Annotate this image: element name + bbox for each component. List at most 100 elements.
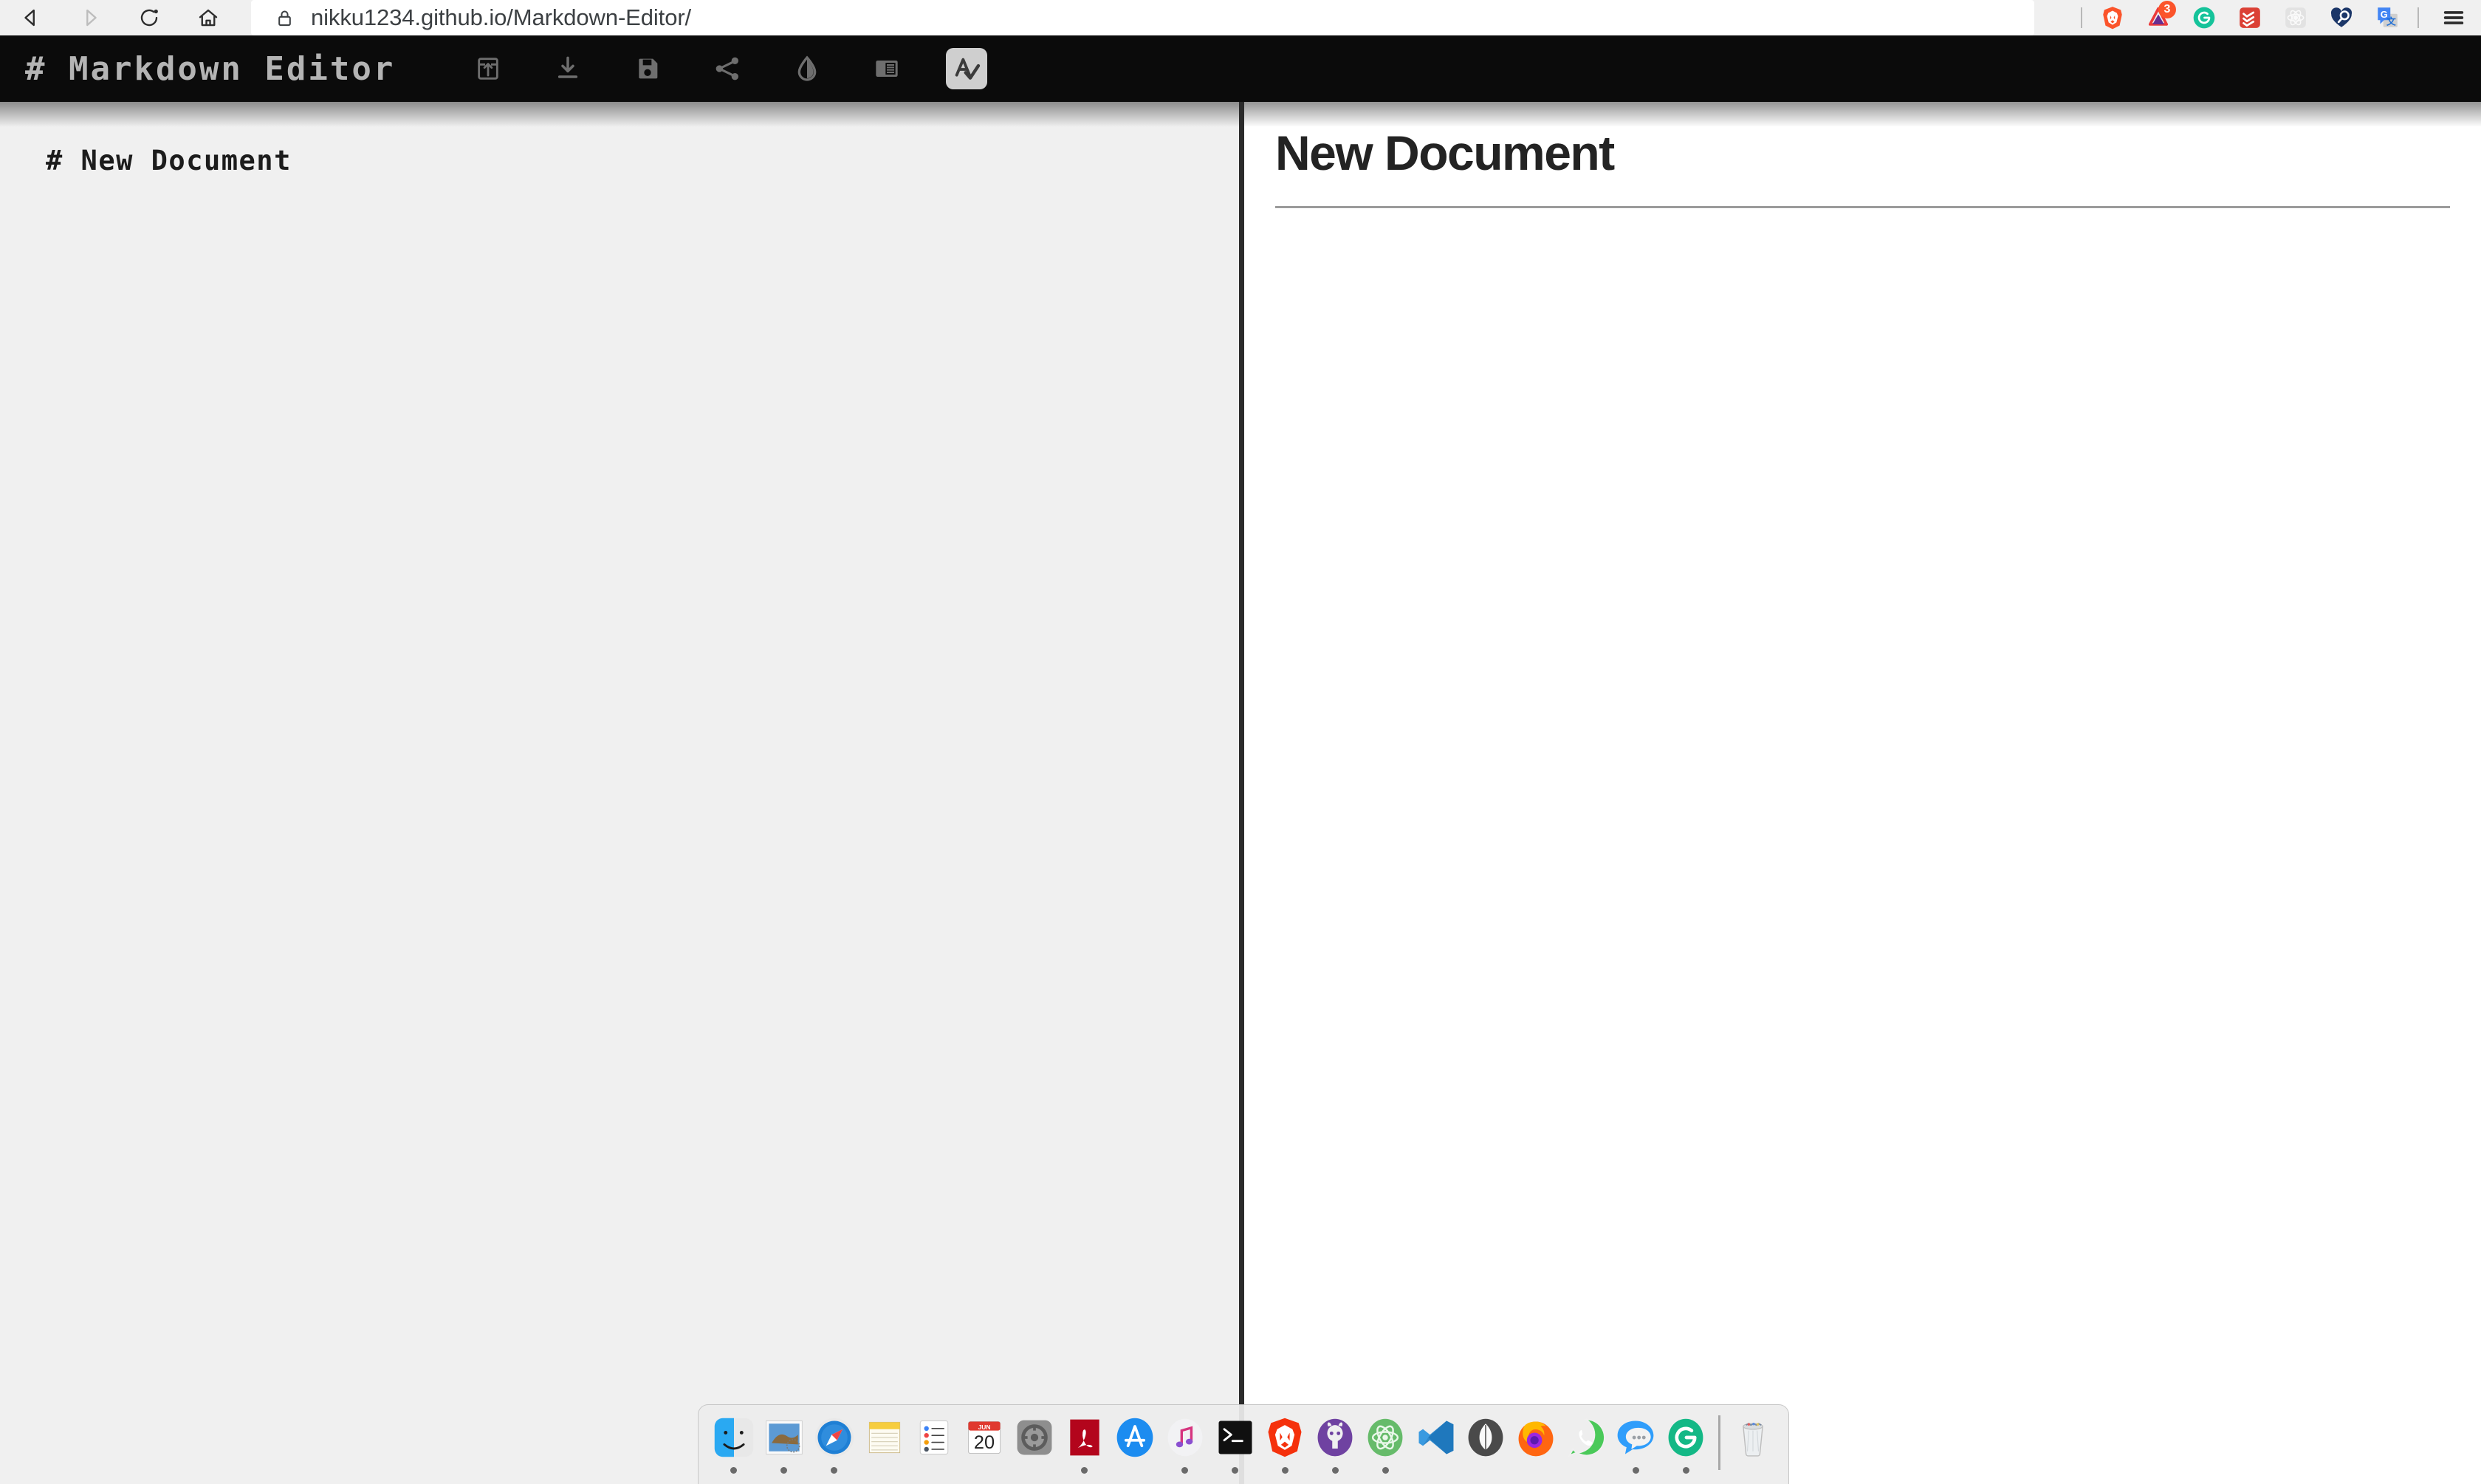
brave-rewards-badge: 3: [2158, 1, 2176, 18]
dock-item-github-desktop[interactable]: [1310, 1414, 1360, 1482]
safari-icon: [811, 1414, 858, 1461]
app-title: # Markdown Editor: [25, 49, 396, 88]
dock-item-mongodb-compass[interactable]: [1461, 1414, 1511, 1482]
screen: nikku1234.github.io/Markdown-Editor/ 3 G…: [0, 0, 2481, 1484]
app-toolbar: [467, 48, 988, 89]
dock-item-finder[interactable]: [709, 1414, 759, 1482]
brave-icon: [1261, 1414, 1308, 1461]
app-header: # Markdown Editor: [0, 35, 2481, 102]
app-store-icon: [1111, 1414, 1159, 1461]
dock-item-whatsapp[interactable]: [1561, 1414, 1611, 1482]
wappalyzer-extension-icon[interactable]: [2319, 0, 2364, 35]
back-button[interactable]: [15, 1, 47, 34]
running-indicator: [1181, 1467, 1189, 1474]
editor-pane[interactable]: # New Document: [0, 102, 1242, 1484]
dock-item-mail[interactable]: [759, 1414, 809, 1482]
vscode-icon: [1412, 1414, 1459, 1461]
running-indicator: [831, 1467, 838, 1474]
brave-shields-icon[interactable]: [2090, 0, 2135, 35]
running-indicator: [780, 1467, 788, 1474]
dock-item-vscode[interactable]: [1410, 1414, 1461, 1482]
share-button[interactable]: [707, 48, 748, 89]
browser-menu-icon[interactable]: [2426, 0, 2481, 35]
dock-item-trash[interactable]: [1728, 1414, 1778, 1482]
running-indicator: [1281, 1467, 1288, 1474]
running-indicator: [1032, 1467, 1038, 1474]
open-file-button[interactable]: [467, 48, 509, 89]
finder-icon: [710, 1414, 758, 1461]
dock-item-calendar[interactable]: JUN 20: [959, 1414, 1009, 1482]
lock-icon: [278, 10, 291, 26]
running-indicator: [1582, 1467, 1589, 1474]
markdown-editor-input[interactable]: # New Document: [46, 145, 1198, 176]
reload-button[interactable]: [133, 1, 165, 34]
running-indicator: [730, 1467, 738, 1474]
split-view-button[interactable]: [866, 48, 907, 89]
browser-toolbar: nikku1234.github.io/Markdown-Editor/ 3 G…: [0, 0, 2481, 35]
calendar-icon: JUN 20: [961, 1414, 1008, 1461]
dock-separator: [1718, 1415, 1721, 1470]
dock-item-messages[interactable]: [1610, 1414, 1661, 1482]
editor-top-shadow: [0, 102, 1242, 127]
address-bar[interactable]: nikku1234.github.io/Markdown-Editor/: [251, 0, 2034, 35]
brave-rewards-icon[interactable]: 3: [2135, 0, 2181, 35]
preview-heading-rule: [1275, 205, 2450, 208]
notes-icon: [861, 1414, 908, 1461]
spellcheck-button[interactable]: [946, 48, 988, 89]
github-icon: [1311, 1414, 1359, 1461]
download-button[interactable]: [547, 48, 588, 89]
forward-button[interactable]: [74, 1, 106, 34]
dock-item-brave[interactable]: [1260, 1414, 1310, 1482]
running-indicator: [1232, 1467, 1239, 1474]
google-translate-icon[interactable]: G 文: [2364, 0, 2410, 35]
preview-pane: New Document: [1242, 102, 2481, 1484]
address-bar-url: nikku1234.github.io/Markdown-Editor/: [311, 4, 692, 30]
dock-item-safari[interactable]: [809, 1414, 859, 1482]
theme-toggle-button[interactable]: [786, 48, 828, 89]
macos-dock: JUN 20: [698, 1404, 1789, 1484]
running-indicator: [981, 1467, 988, 1474]
firefox-icon: [1512, 1414, 1559, 1461]
terminal-icon: [1212, 1414, 1259, 1461]
calendar-month: JUN: [978, 1423, 991, 1431]
grammarly-extension-icon[interactable]: [2181, 0, 2227, 35]
grammarly-icon: [1662, 1414, 1709, 1461]
toolbar-divider-right: [2417, 7, 2419, 28]
svg-text:文: 文: [2386, 16, 2396, 27]
mongodb-icon: [1462, 1414, 1509, 1461]
acrobat-icon: [1061, 1414, 1108, 1461]
running-indicator: [1331, 1467, 1339, 1474]
reminders-icon: [910, 1414, 958, 1461]
calendar-day: 20: [974, 1432, 995, 1453]
running-indicator: [1482, 1467, 1489, 1474]
trash-icon: [1729, 1414, 1777, 1461]
dock-item-firefox[interactable]: [1511, 1414, 1561, 1482]
save-button[interactable]: [627, 48, 668, 89]
running-indicator: [1682, 1467, 1689, 1474]
dock-item-app-store[interactable]: [1110, 1414, 1160, 1482]
itunes-icon: [1161, 1414, 1209, 1461]
pane-resize-divider[interactable]: [1239, 102, 1244, 1484]
running-indicator: [881, 1467, 888, 1474]
running-indicator: [1532, 1467, 1539, 1474]
running-indicator: [1382, 1467, 1389, 1474]
dock-item-notes[interactable]: [859, 1414, 910, 1482]
browser-nav-group: [0, 0, 284, 35]
browser-extensions-group: 3 G 文: [2073, 0, 2481, 35]
dock-item-adobe-acrobat[interactable]: [1060, 1414, 1110, 1482]
whatsapp-icon: [1562, 1414, 1610, 1461]
react-devtools-icon[interactable]: [2273, 0, 2319, 35]
running-indicator: [1131, 1467, 1138, 1474]
messages-icon: [1612, 1414, 1659, 1461]
dock-item-reminders[interactable]: [909, 1414, 959, 1482]
dock-item-itunes[interactable]: [1160, 1414, 1210, 1482]
dock-item-grammarly[interactable]: [1661, 1414, 1711, 1482]
home-button[interactable]: [192, 1, 224, 34]
preview-heading: New Document: [1275, 126, 1615, 180]
dock-item-atom[interactable]: [1360, 1414, 1410, 1482]
dock-item-system-preferences[interactable]: [1009, 1414, 1060, 1482]
running-indicator: [931, 1467, 938, 1474]
dock-item-terminal[interactable]: [1210, 1414, 1260, 1482]
todoist-extension-icon[interactable]: [2227, 0, 2273, 35]
running-indicator: [1632, 1467, 1639, 1474]
